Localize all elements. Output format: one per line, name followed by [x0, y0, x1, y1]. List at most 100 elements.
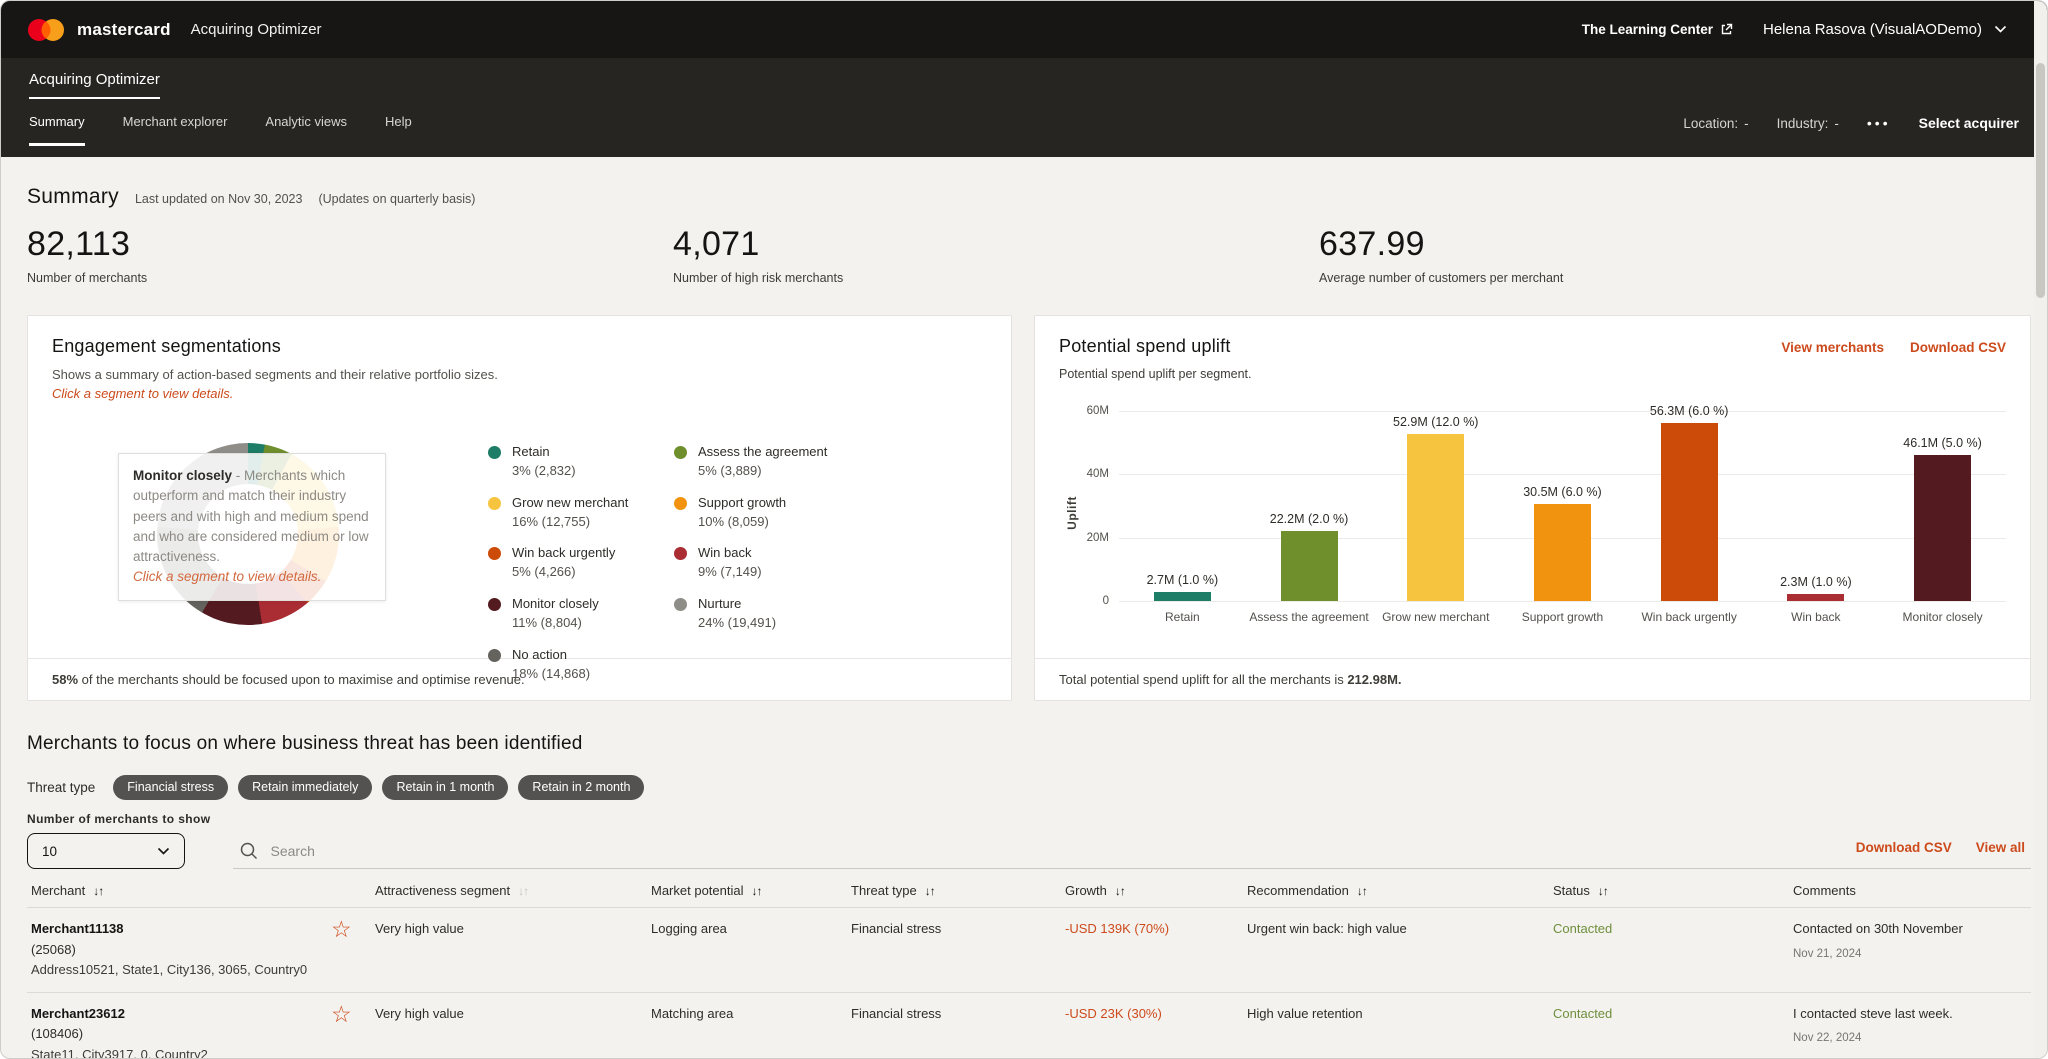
select-acquirer-button[interactable]: Select acquirer: [1919, 115, 2019, 131]
metric-value: 4,071: [673, 225, 1319, 264]
industry-label: Industry:: [1777, 116, 1829, 131]
threat-type-chips: Financial stress Retain immediately Retain…: [113, 775, 644, 800]
potential-spend-uplift-card: Potential spend uplift View merchants Do…: [1034, 315, 2031, 701]
legend-item-assess-the-agreement[interactable]: Assess the agreement5% (3,889): [674, 443, 844, 481]
column-header-recommendation[interactable]: Recommendation↓↑: [1247, 883, 1553, 898]
table-download-csv-link[interactable]: Download CSV: [1856, 840, 1952, 855]
uplift-footer-total: 212.98M.: [1347, 672, 1401, 687]
location-label: Location:: [1683, 116, 1738, 131]
sort-icon[interactable]: ↓↑: [925, 884, 935, 898]
category-label: Grow new merchant: [1376, 610, 1496, 624]
metric: 637.99 Average number of customers per me…: [1319, 225, 2031, 285]
top-bar-right: The Learning Center Helena Rasova (Visua…: [1582, 21, 2021, 38]
acquiring-optimizer-app: mastercard Acquiring Optimizer The Learn…: [0, 0, 2048, 1059]
sort-icon[interactable]: ↓↑: [1115, 884, 1125, 898]
table-header: Merchant↓↑ Attractiveness segment↓↑Market…: [27, 877, 2031, 908]
column-header-attractiveness-segment[interactable]: Attractiveness segment↓↑: [375, 883, 651, 898]
column-header-merchant[interactable]: Merchant↓↑: [31, 883, 331, 898]
chip-retain-in-1-month[interactable]: Retain in 1 month: [382, 775, 508, 800]
nav-item-analytic-views[interactable]: Analytic views: [265, 100, 347, 146]
metric-label: Average number of customers per merchant: [1319, 271, 2031, 285]
page-title: Summary: [27, 185, 119, 209]
sort-icon[interactable]: ↓↑: [93, 884, 103, 898]
legend-dot: [674, 446, 687, 459]
table-row[interactable]: Merchant23612(108406)State11, City3917, …: [27, 993, 2031, 1059]
main-nav: Summary Merchant explorer Analytic views He…: [29, 100, 412, 146]
legend-item-retain[interactable]: Retain3% (2,832): [488, 443, 658, 481]
metric-value: 637.99: [1319, 225, 2031, 264]
bar-monitor-closely[interactable]: 46.1M (5.0 %): [1883, 436, 2003, 601]
sort-icon[interactable]: ↓↑: [1357, 884, 1367, 898]
segmentation-legend: Retain3% (2,832) Grow new merchant16% (12…: [488, 443, 844, 683]
nav-item-summary[interactable]: Summary: [29, 100, 85, 146]
engagement-details-link[interactable]: Click a segment to view details.: [52, 386, 987, 401]
chip-retain-in-2-month[interactable]: Retain in 2 month: [518, 775, 644, 800]
category-label: Support growth: [1502, 610, 1622, 624]
engagement-segmentations-card: Engagement segmentations Shows a summary…: [27, 315, 1012, 701]
learning-center-link[interactable]: The Learning Center: [1582, 22, 1733, 37]
table-row[interactable]: Merchant11138(25068)Address10521, State1…: [27, 908, 2031, 993]
scrollbar-thumb[interactable]: [2036, 63, 2045, 298]
legend-item-nurture[interactable]: Nurture24% (19,491): [674, 595, 844, 633]
column-header-growth[interactable]: Growth↓↑: [1065, 883, 1247, 898]
star-icon[interactable]: ☆: [331, 916, 352, 942]
merchants-to-show-label: Number of merchants to show: [27, 812, 211, 826]
uplift-footer: Total potential spend uplift for all the…: [1035, 658, 2030, 700]
legend-item-monitor-closely[interactable]: Monitor closely11% (8,804): [488, 595, 658, 633]
nav-item-help[interactable]: Help: [385, 100, 412, 146]
legend-item-no-action[interactable]: No action18% (14,868): [488, 646, 658, 684]
bar-assess-the-agreement[interactable]: 22.2M (2.0 %): [1249, 512, 1369, 601]
view-merchants-link[interactable]: View merchants: [1781, 340, 1884, 355]
product-tab-acquiring-optimizer[interactable]: Acquiring Optimizer: [29, 71, 160, 99]
user-menu[interactable]: Helena Rasova (VisualAODemo): [1763, 21, 2007, 38]
engagement-description: Shows a summary of action-based segments…: [52, 367, 987, 382]
legend-item-win-back[interactable]: Win back9% (7,149): [674, 544, 844, 582]
x-axis-categories: RetainAssess the agreementGrow new merch…: [1119, 610, 2006, 624]
bar-win-back[interactable]: 2.3M (1.0 %): [1756, 575, 1876, 601]
bar-grow-new-merchant[interactable]: 52.9M (12.0 %): [1376, 415, 1496, 602]
sort-icon[interactable]: ↓↑: [518, 884, 528, 898]
bar-support-growth[interactable]: 30.5M (6.0 %): [1502, 485, 1622, 601]
column-header-market-potential[interactable]: Market potential↓↑: [651, 883, 851, 898]
legend-item-grow-new-merchant[interactable]: Grow new merchant16% (12,755): [488, 494, 658, 532]
user-name: Helena Rasova (VisualAODemo): [1763, 21, 1982, 38]
uplift-subtitle: Potential spend uplift per segment.: [1059, 367, 2006, 381]
chip-financial-stress[interactable]: Financial stress: [113, 775, 228, 800]
uplift-download-csv-link[interactable]: Download CSV: [1910, 340, 2006, 355]
summary-metrics: 82,113Number of merchants4,071Number of …: [27, 225, 2031, 285]
search-input[interactable]: [271, 843, 1844, 859]
engagement-chart-area: Retain3% (2,832) Grow new merchant16% (12…: [52, 405, 987, 647]
app-title: Acquiring Optimizer: [191, 21, 322, 38]
sort-icon[interactable]: ↓↑: [752, 884, 762, 898]
chip-retain-immediately[interactable]: Retain immediately: [238, 775, 372, 800]
tooltip-details-link[interactable]: Click a segment to view details.: [133, 567, 371, 587]
search-icon: [239, 841, 259, 861]
location-value: -: [1744, 116, 1749, 131]
nav-item-merchant-explorer[interactable]: Merchant explorer: [123, 100, 228, 146]
bar-win-back-urgently[interactable]: 56.3M (6.0 %): [1629, 404, 1749, 601]
category-label: Win back urgently: [1629, 610, 1749, 624]
legend-dot: [488, 649, 501, 662]
legend-dot: [488, 446, 501, 459]
category-label: Monitor closely: [1883, 610, 2003, 624]
column-header-status[interactable]: Status↓↑: [1553, 883, 1793, 898]
column-header-threat-type[interactable]: Threat type↓↑: [851, 883, 1065, 898]
scrollbar[interactable]: [2034, 1, 2047, 1058]
metric-label: Number of high risk merchants: [673, 271, 1319, 285]
y-axis-label: Uplift: [1059, 411, 1079, 601]
bar-retain[interactable]: 2.7M (1.0 %): [1122, 573, 1242, 601]
category-label: Win back: [1756, 610, 1876, 624]
star-icon[interactable]: ☆: [331, 1001, 352, 1027]
legend-item-win-back-urgently[interactable]: Win back urgently5% (4,266): [488, 544, 658, 582]
view-all-link[interactable]: View all: [1976, 840, 2025, 855]
legend-item-support-growth[interactable]: Support growth10% (8,059): [674, 494, 844, 532]
metric-label: Number of merchants: [27, 271, 673, 285]
merchants-count-select[interactable]: 10: [27, 833, 185, 869]
sort-icon[interactable]: ↓↑: [1598, 884, 1608, 898]
column-header-comments: Comments: [1793, 883, 2027, 898]
category-label: Assess the agreement: [1249, 610, 1369, 624]
location-filter[interactable]: Location: -: [1683, 116, 1748, 131]
more-options-icon[interactable]: •••: [1867, 115, 1891, 131]
uplift-bar-chart: Uplift 60M40M20M0 2.7M (1.0 %)22.2M (2.0…: [1059, 411, 2006, 601]
industry-filter[interactable]: Industry: -: [1777, 116, 1839, 131]
